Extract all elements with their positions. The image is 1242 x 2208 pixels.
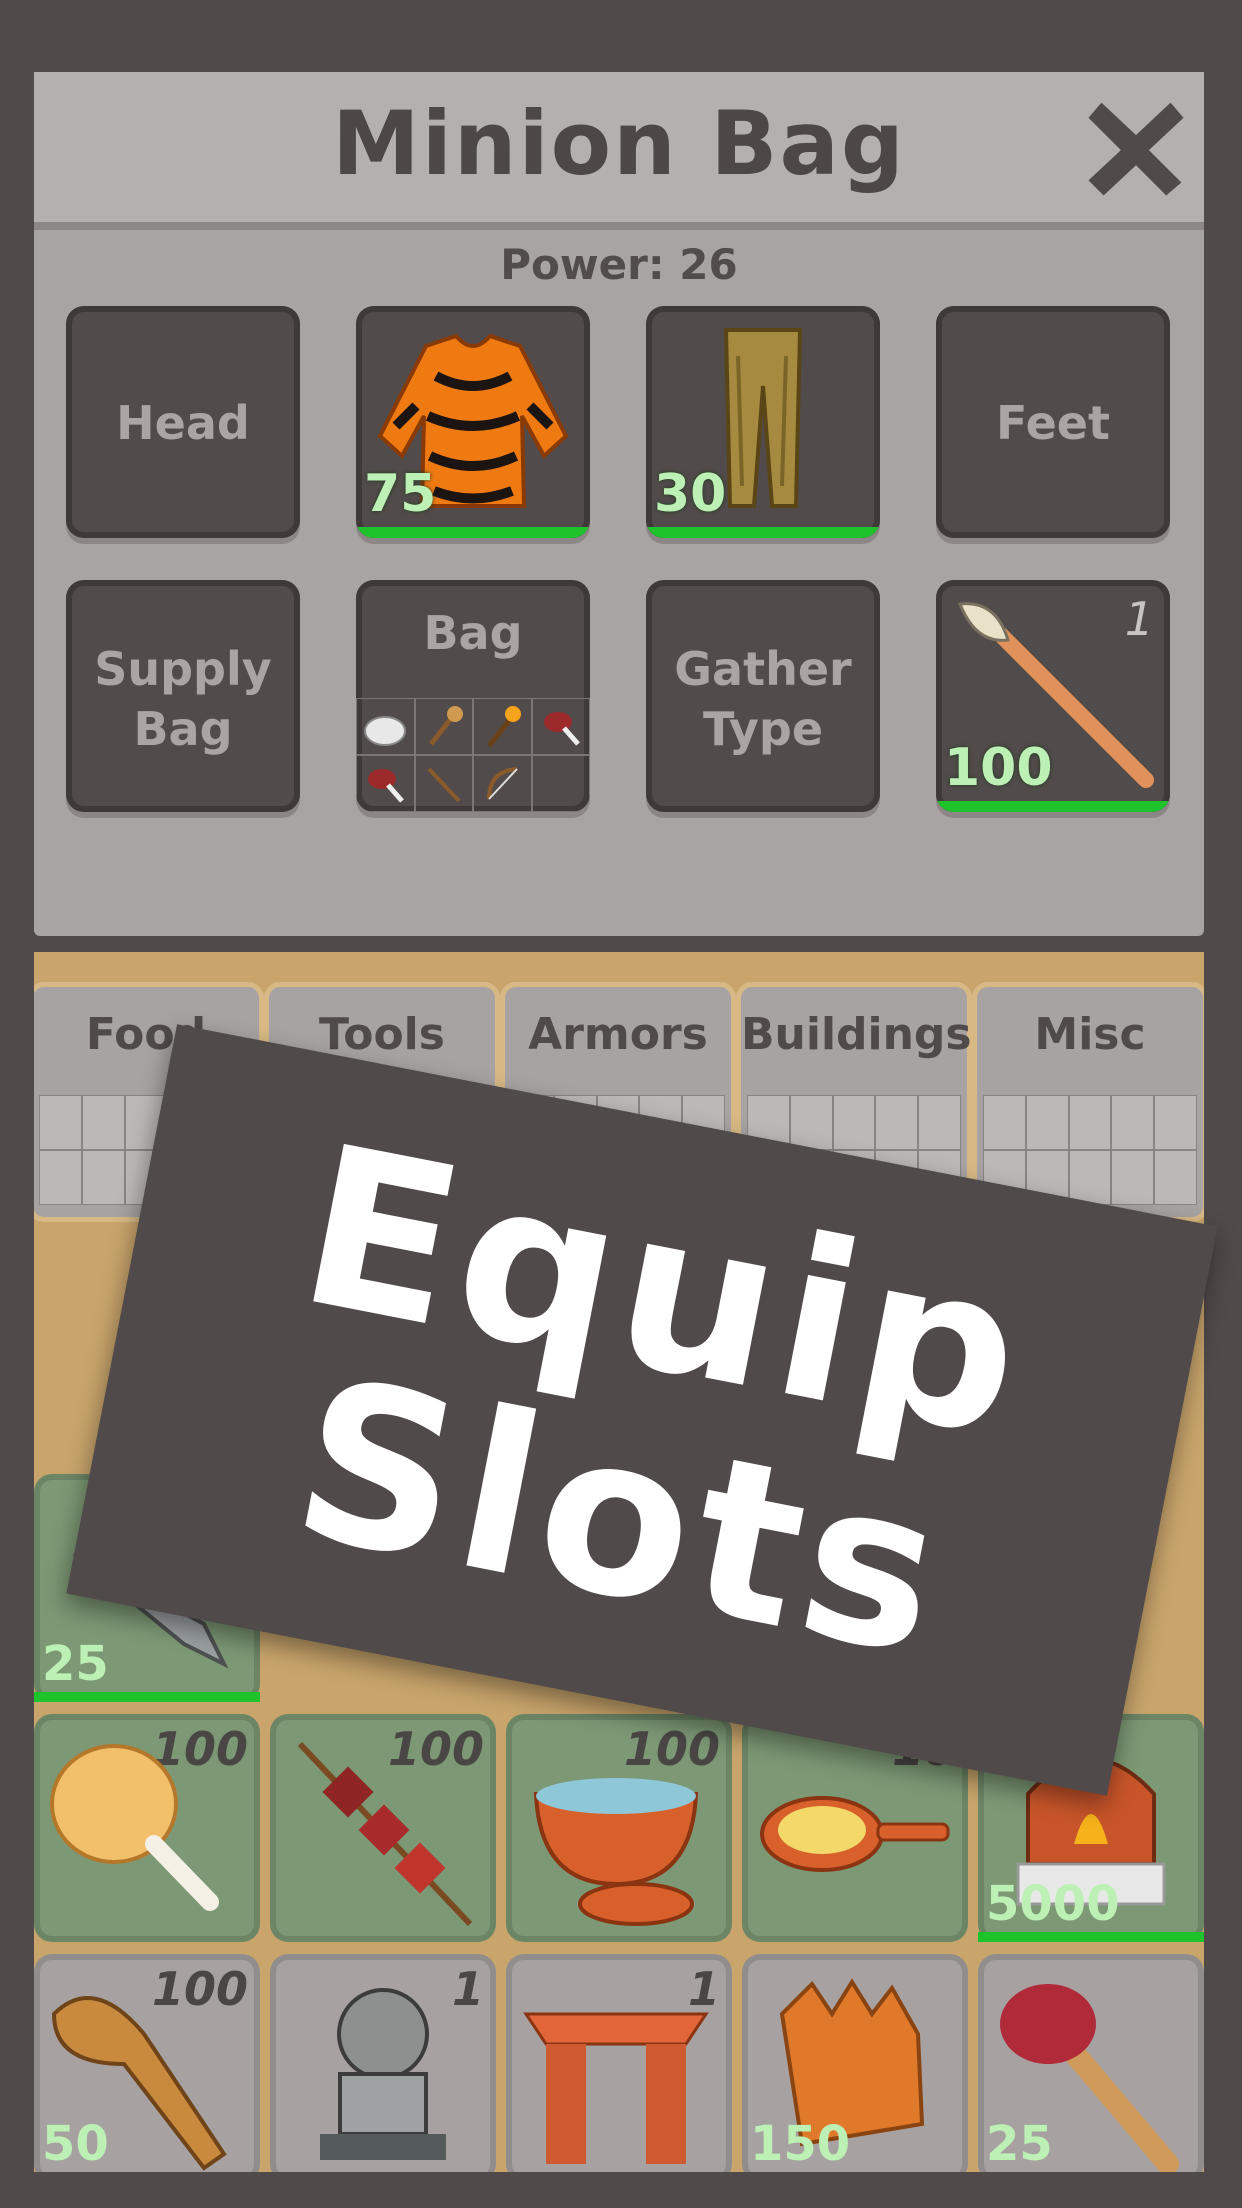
legs-durability-bar [646,527,880,538]
meat-icon [531,698,590,755]
gather-type-label-line2: Type [702,702,824,756]
legs-durability: 30 [654,464,727,524]
head-slot[interactable]: Head [66,306,300,538]
knife-durability-bar [34,1692,260,1702]
panel-titlebar: Minion Bag [34,72,1204,230]
lion-statue-icon [320,1988,446,2160]
close-button[interactable] [1076,88,1196,208]
torch-icon [473,698,532,755]
tab-misc-label: Misc [1034,1009,1146,1060]
oven-durability-bar [978,1932,1204,1942]
weapon-slot[interactable]: 1 100 [936,580,1170,812]
minion-bag-panel: Minion Bag Power: 26 Head 75 30 Feet Sup… [34,72,1204,936]
tab-armors-label: Armors [528,1009,708,1060]
panel-title: Minion Bag [332,92,906,195]
oven-durability: 5000 [986,1876,1120,1932]
inventory-tile-torch[interactable]: 25 [978,1954,1204,2172]
body-durability: 75 [364,464,437,524]
torch-durability: 25 [986,2116,1053,2172]
body-slot[interactable]: 75 [356,306,590,538]
kebab-icon [297,1741,473,1927]
close-icon [1088,102,1184,196]
inventory-tile-table[interactable]: 1 [506,1954,732,2172]
drumstick-icon [50,1744,219,1911]
stew-pot-icon [533,1778,699,1926]
inventory-tile-spiked-club[interactable]: 100 50 [34,1954,260,2172]
inventory-tile-stew-pot[interactable]: 100 [506,1714,732,1942]
power-label: Power: 26 [500,240,738,289]
spear-icon [414,755,473,812]
bag-contents-grid [356,698,590,812]
feet-slot-label: Feet [996,396,1110,450]
head-slot-label: Head [116,396,250,450]
gather-type-label-line1: Gather [674,642,852,696]
supply-bag-label-line2: Bag [133,702,233,756]
gloves-durability: 150 [750,2116,851,2172]
inventory-tile-drumstick[interactable]: 100 [34,1714,260,1942]
feet-slot[interactable]: Feet [936,306,1170,538]
inventory-tile-gloves[interactable]: 150 [742,1954,968,2172]
supply-bag-slot[interactable]: Supply Bag [66,580,300,812]
spiked-club-durability: 50 [42,2116,109,2172]
weapon-durability: 100 [944,738,1053,798]
tab-buildings-label: Buildings [741,1009,972,1060]
meat-icon [356,755,415,812]
inventory-tile-kebab[interactable]: 100 [270,1714,496,1942]
empty-cell [531,755,590,812]
brick-table-icon [523,2012,709,2164]
knife-durability: 25 [42,1636,109,1692]
inventory-tile-lion-statue[interactable]: 1 [270,1954,496,2172]
legs-slot[interactable]: 30 [646,306,880,538]
bow-icon [473,755,532,812]
weapon-durability-bar [936,801,1170,812]
bag-slot[interactable]: Bag [356,580,590,812]
bag-slot-label: Bag [423,606,523,660]
supply-bag-label-line1: Supply [94,642,272,696]
stone-icon [356,698,415,755]
body-durability-bar [356,527,590,538]
club-icon [414,698,473,755]
gather-type-slot[interactable]: Gather Type [646,580,880,812]
